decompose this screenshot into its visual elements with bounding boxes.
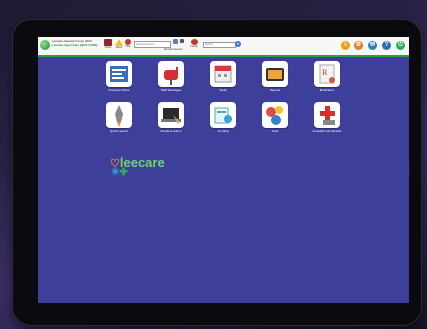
progress-notes-icon: [106, 61, 132, 87]
home-icon: [104, 39, 112, 46]
funding-icon: [210, 102, 236, 128]
power-icon: ⏻: [398, 42, 403, 48]
close-icon: [180, 39, 184, 43]
help-icon: ?: [384, 42, 389, 48]
toolbar-time-label: Time: [125, 45, 131, 48]
medical-icon: [314, 102, 340, 128]
tile-funding[interactable]: Funding: [208, 102, 238, 140]
plus-icon: ✚: [119, 167, 128, 178]
svg-text:R: R: [322, 68, 328, 77]
resident-search-input[interactable]: Search Resident: [134, 41, 171, 48]
tile-label: Staff Messages: [160, 88, 182, 92]
toolbar-family-label: Family: [190, 45, 198, 48]
laptop-icon: [158, 102, 184, 128]
calendar-icon: [210, 61, 236, 87]
gears-icon: [262, 102, 288, 128]
facility-selector[interactable]: Leecare Network Forum 2020 Leecare Aged …: [52, 39, 98, 47]
tile-medication[interactable]: R Medication: [312, 61, 342, 99]
menu-icon: ≡: [343, 42, 348, 48]
medication-icon: R: [314, 61, 340, 87]
help-button[interactable]: ?: [382, 41, 391, 50]
tile-resident-admin[interactable]: Resident Admin: [156, 102, 186, 140]
person-search-icon: [172, 39, 178, 44]
tile-label: E-Health and Medical: [312, 129, 342, 133]
tile-staff-messages[interactable]: Staff Messages: [156, 61, 186, 99]
tile-label: Reports: [269, 88, 281, 92]
mail-icon: ✉: [369, 42, 376, 48]
logout-button[interactable]: ⏻: [396, 41, 405, 50]
app-screen: Leecare Network Forum 2020 Leecare Aged …: [38, 37, 409, 303]
reports-icon: [262, 61, 288, 87]
toolbar-family-button[interactable]: Family: [188, 39, 200, 53]
tile-label: Quick Launch: [109, 129, 129, 133]
tile-tasks[interactable]: Tasks: [208, 61, 238, 99]
tile-quick-launch[interactable]: Quick Launch: [104, 102, 134, 140]
top-toolbar: Leecare Network Forum 2020 Leecare Aged …: [38, 37, 409, 57]
brand-marks: ✳✚: [111, 168, 128, 178]
resident-search-label: Resident Search: [164, 48, 183, 51]
settings-icon: ⚙: [355, 42, 362, 48]
toolbar-time-button[interactable]: Time: [122, 39, 134, 53]
tile-label: Funding: [217, 129, 229, 133]
tile-label: Medication: [319, 88, 335, 92]
messages-button[interactable]: ✉: [368, 41, 377, 50]
mailbox-icon: [158, 61, 184, 87]
tile-progress-notes[interactable]: Progress Notes: [104, 61, 134, 99]
tile-label: Resident Admin: [160, 129, 182, 133]
global-search-input[interactable]: Search: [203, 42, 236, 48]
tile-label: Tasks: [219, 88, 227, 92]
welcome-status: Welcome: Super Admin: [382, 51, 407, 54]
search-icon[interactable]: ⌕: [235, 41, 241, 47]
tile-ehealth-medical[interactable]: E-Health and Medical: [312, 102, 342, 140]
app-logo-icon[interactable]: [40, 40, 50, 50]
tile-reports[interactable]: Reports: [260, 61, 290, 99]
rocket-icon: [106, 102, 132, 128]
tile-label: Progress Notes: [108, 88, 130, 92]
menu-button[interactable]: ≡: [341, 41, 350, 50]
settings-button[interactable]: ⚙: [354, 41, 363, 50]
tile-tools[interactable]: Tools: [260, 102, 290, 140]
tile-label: Tools: [271, 129, 279, 133]
facility-code: Leecare Aged Care (QHT+TX0E): [52, 43, 98, 47]
